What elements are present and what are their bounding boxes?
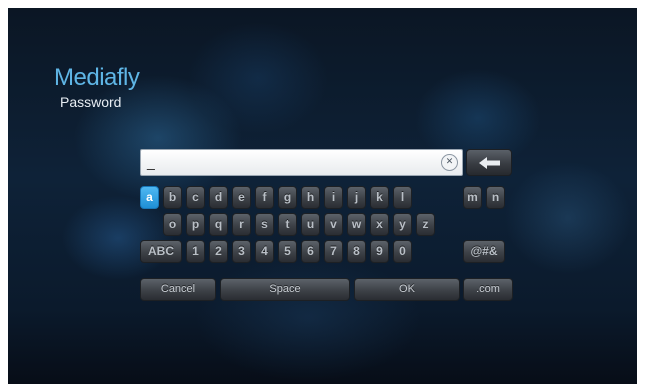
key-o[interactable]: o: [163, 213, 182, 236]
key-d[interactable]: d: [209, 186, 228, 209]
key-q[interactable]: q: [209, 213, 228, 236]
key-y[interactable]: y: [393, 213, 412, 236]
key-0[interactable]: 0: [393, 240, 412, 263]
key-r[interactable]: r: [232, 213, 251, 236]
key-c[interactable]: c: [186, 186, 205, 209]
key-u[interactable]: u: [301, 213, 320, 236]
ok-button[interactable]: OK: [354, 278, 460, 301]
backspace-arrow-icon: [479, 157, 500, 169]
input-value: _: [147, 154, 155, 170]
key-abc[interactable]: ABC: [140, 240, 182, 263]
key-s[interactable]: s: [255, 213, 274, 236]
key-n[interactable]: n: [486, 186, 505, 209]
key-v[interactable]: v: [324, 213, 343, 236]
password-input[interactable]: _ ✕: [140, 149, 463, 176]
key-i[interactable]: i: [324, 186, 343, 209]
screen: Mediafly Password _ ✕ a b c d e f g h i …: [8, 8, 637, 384]
dotcom-button[interactable]: .com: [463, 278, 513, 301]
key-9[interactable]: 9: [370, 240, 389, 263]
key-8[interactable]: 8: [347, 240, 366, 263]
key-p[interactable]: p: [186, 213, 205, 236]
key-2[interactable]: 2: [209, 240, 228, 263]
key-l[interactable]: l: [393, 186, 412, 209]
key-b[interactable]: b: [163, 186, 182, 209]
app-title: Mediafly: [54, 64, 140, 91]
key-m[interactable]: m: [463, 186, 482, 209]
key-7[interactable]: 7: [324, 240, 343, 263]
key-symbols[interactable]: @#&: [463, 240, 505, 263]
key-z[interactable]: z: [416, 213, 435, 236]
key-g[interactable]: g: [278, 186, 297, 209]
key-4[interactable]: 4: [255, 240, 274, 263]
key-f[interactable]: f: [255, 186, 274, 209]
key-a[interactable]: a: [140, 186, 159, 209]
space-button[interactable]: Space: [220, 278, 350, 301]
field-label: Password: [60, 94, 122, 110]
key-w[interactable]: w: [347, 213, 366, 236]
clear-icon[interactable]: ✕: [441, 154, 458, 171]
backspace-button[interactable]: [466, 149, 512, 176]
key-k[interactable]: k: [370, 186, 389, 209]
key-5[interactable]: 5: [278, 240, 297, 263]
key-1[interactable]: 1: [186, 240, 205, 263]
key-h[interactable]: h: [301, 186, 320, 209]
cancel-button[interactable]: Cancel: [140, 278, 216, 301]
key-j[interactable]: j: [347, 186, 366, 209]
key-x[interactable]: x: [370, 213, 389, 236]
key-6[interactable]: 6: [301, 240, 320, 263]
key-t[interactable]: t: [278, 213, 297, 236]
key-e[interactable]: e: [232, 186, 251, 209]
key-3[interactable]: 3: [232, 240, 251, 263]
